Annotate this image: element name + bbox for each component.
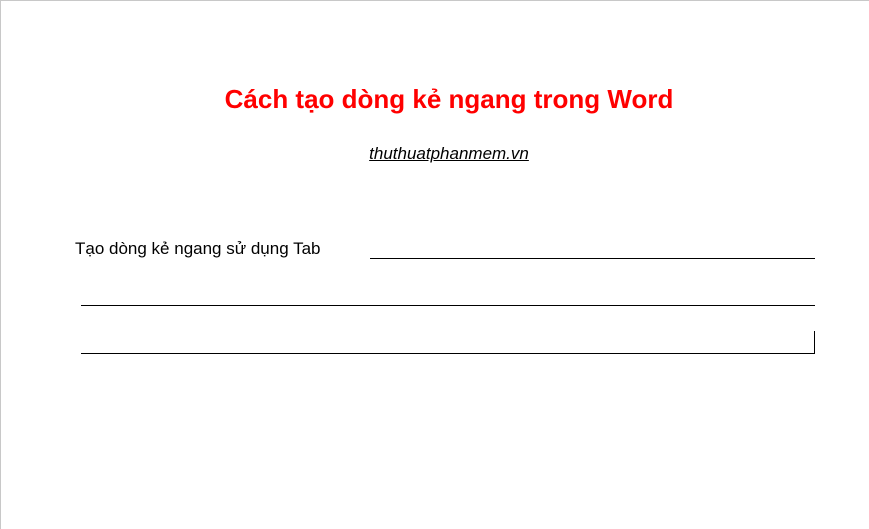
horizontal-rule-1 [370, 258, 815, 259]
horizontal-rule-3 [81, 353, 815, 354]
document-page[interactable]: Cách tạo dòng kẻ ngang trong Word thuthu… [0, 0, 869, 529]
document-subtitle-link[interactable]: thuthuatphanmem.vn [1, 143, 869, 165]
tab-line-label: Tạo dòng kẻ ngang sử dụng Tab [75, 239, 321, 258]
text-cursor [814, 331, 815, 354]
horizontal-rule-2 [81, 305, 815, 306]
document-title: Cách tạo dòng kẻ ngang trong Word [224, 84, 674, 114]
